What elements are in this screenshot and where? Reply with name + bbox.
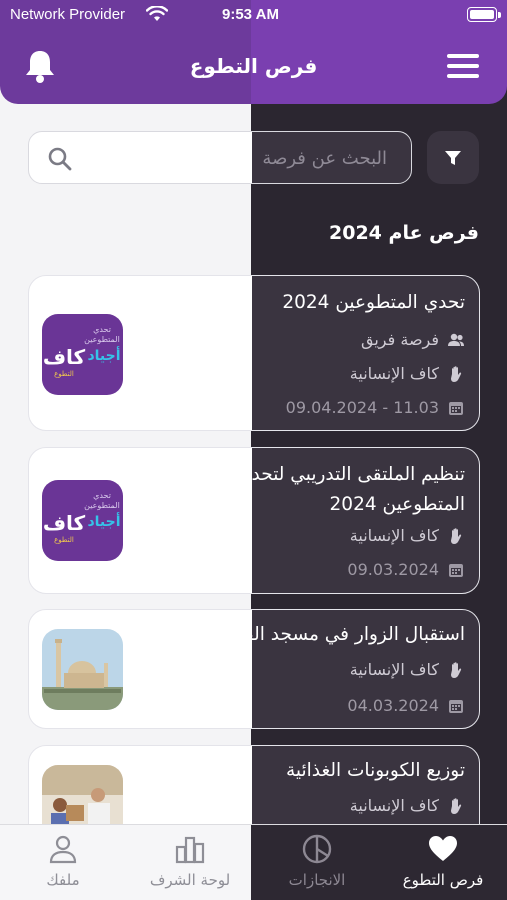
logo-line1: تحدي bbox=[93, 491, 111, 500]
logo-badge: أجياد bbox=[87, 346, 120, 364]
search-box bbox=[28, 131, 412, 184]
pie-chart-icon bbox=[302, 834, 332, 864]
nav-achievements[interactable]: الانجازات bbox=[262, 833, 372, 889]
search-icon[interactable] bbox=[47, 146, 73, 172]
card-org: كاف الإنسانية bbox=[349, 660, 439, 679]
logo-sub: التطوع bbox=[54, 536, 74, 544]
kaf-logo-thumbnail: تحدي المتطوعين أجياد كاف التطوع bbox=[42, 314, 123, 395]
card-date: 09.04.2024 - 11.03 bbox=[285, 398, 439, 417]
kaf-logo-thumbnail: تحدي المتطوعين أجياد كاف التطوع bbox=[42, 480, 123, 561]
hand-icon bbox=[451, 527, 462, 544]
opportunity-card[interactable]: استقبال الزوار في مسجد الفاتح كاف الإنسا… bbox=[28, 609, 480, 729]
battery-icon bbox=[467, 7, 497, 22]
card-title: توزيع الكوبونات الغذائية bbox=[285, 760, 465, 781]
logo-brand: كاف bbox=[43, 511, 86, 535]
card-date-row: 09.03.2024 bbox=[347, 560, 465, 579]
nav-label: لوحة الشرف bbox=[149, 871, 231, 889]
section-title: فرص عام 2024 bbox=[329, 222, 479, 244]
status-bar: Network Provider 9:53 AM bbox=[0, 0, 507, 30]
menu-icon[interactable] bbox=[447, 54, 479, 78]
card-org: كاف الإنسانية bbox=[349, 796, 439, 815]
card-date-row: 04.03.2024 bbox=[347, 696, 465, 715]
heart-icon bbox=[429, 836, 457, 861]
nav-profile[interactable]: ملفك bbox=[8, 833, 118, 889]
opportunity-card[interactable]: تحدي المتطوعين أجياد كاف التطوع تحدي الم… bbox=[28, 275, 480, 431]
bottom-nav: فرص التطوع الانجازات لوحة الشرف ملفك bbox=[0, 824, 507, 900]
nav-label: فرص التطوع bbox=[402, 871, 484, 889]
carrier-label: Network Provider bbox=[10, 6, 126, 23]
logo-line2: المتطوعين bbox=[84, 501, 120, 510]
clock: 9:53 AM bbox=[222, 6, 279, 23]
card-date: 04.03.2024 bbox=[347, 696, 439, 715]
profile-icon bbox=[49, 835, 77, 864]
logo-line1: تحدي bbox=[93, 325, 111, 334]
logo-line2: المتطوعين bbox=[84, 335, 120, 344]
card-title: استقبال الزوار في مسجد الفاتح bbox=[222, 624, 465, 645]
hand-icon bbox=[451, 797, 462, 814]
card-org: كاف الإنسانية bbox=[349, 364, 439, 383]
filter-button[interactable] bbox=[427, 131, 479, 184]
calendar-icon bbox=[449, 699, 463, 713]
logo-brand: كاف bbox=[43, 345, 86, 369]
calendar-icon bbox=[449, 563, 463, 577]
calendar-icon bbox=[449, 401, 463, 415]
card-title: تنظيم الملتقى التدريبي لتحدي المتطوعين 2… bbox=[237, 464, 465, 515]
card-title: تحدي المتطوعين 2024 bbox=[282, 292, 465, 313]
nav-leaderboard[interactable]: لوحة الشرف bbox=[135, 833, 245, 889]
card-type-row: فرصة فريق bbox=[361, 330, 465, 349]
card-date: 09.03.2024 bbox=[347, 560, 439, 579]
card-org-row: كاف الإنسانية bbox=[350, 364, 465, 383]
app-header: فرص التطوع bbox=[0, 30, 507, 104]
card-org-row: كاف الإنسانية bbox=[350, 526, 465, 545]
battery-tip bbox=[498, 12, 501, 18]
search-input[interactable] bbox=[87, 144, 387, 172]
page-title: فرص التطوع bbox=[189, 54, 318, 78]
leaderboard-icon bbox=[175, 836, 205, 864]
team-icon bbox=[448, 333, 464, 346]
logo-badge: أجياد bbox=[87, 512, 120, 530]
filter-icon bbox=[445, 150, 461, 165]
nav-label: الانجازات bbox=[288, 871, 346, 889]
hand-icon bbox=[451, 365, 462, 382]
opportunity-card[interactable]: تحدي المتطوعين أجياد كاف التطوع تنظيم ال… bbox=[28, 447, 480, 594]
card-org-row: كاف الإنسانية bbox=[350, 796, 465, 815]
wifi-icon bbox=[146, 6, 168, 21]
nav-label: ملفك bbox=[46, 871, 80, 889]
hand-icon bbox=[451, 661, 462, 678]
logo-sub: التطوع bbox=[54, 370, 74, 378]
mosque-thumbnail bbox=[42, 629, 123, 710]
card-org: كاف الإنسانية bbox=[349, 526, 439, 545]
nav-volunteer-opportunities[interactable]: فرص التطوع bbox=[388, 833, 498, 889]
card-date-row: 09.04.2024 - 11.03 bbox=[286, 398, 465, 417]
card-type: فرصة فريق bbox=[361, 330, 439, 349]
card-org-row: كاف الإنسانية bbox=[350, 660, 465, 679]
